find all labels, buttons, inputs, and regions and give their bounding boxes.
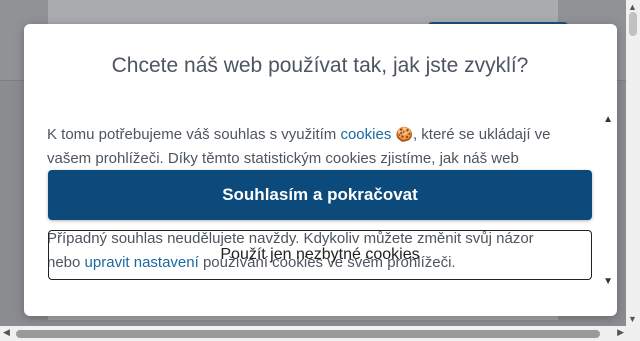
modal-title: Chcete náš web používat tak, jak jste zv… xyxy=(111,54,529,77)
scroll-down-icon[interactable]: ▼ xyxy=(628,314,637,324)
cookie-icon: 🍪 xyxy=(395,126,413,142)
horizontal-scroll-thumb[interactable] xyxy=(16,330,600,338)
scroll-right-icon[interactable]: ▶ xyxy=(617,327,624,338)
accept-and-continue-button[interactable]: Souhlasím a pokračovat xyxy=(48,170,592,220)
modal-scroll-down-icon[interactable]: ▼ xyxy=(603,276,613,287)
scroll-left-icon[interactable]: ◀ xyxy=(3,327,10,338)
cookies-link[interactable]: cookies xyxy=(340,126,391,143)
page-vertical-scrollbar[interactable]: ▲ ▼ xyxy=(626,0,640,326)
scrollbar-corner xyxy=(626,326,640,341)
modal-body-text: K tomu potřebujeme váš souhlas s využití… xyxy=(47,122,567,171)
scroll-up-icon[interactable]: ▲ xyxy=(628,2,637,12)
page-horizontal-scrollbar[interactable]: ◀ ▶ xyxy=(0,326,626,341)
cookie-consent-modal: Chcete náš web používat tak, jak jste zv… xyxy=(24,24,617,316)
use-necessary-cookies-button[interactable]: Použít jen nezbytné cookies xyxy=(48,230,592,280)
modal-scroll-up-icon[interactable]: ▲ xyxy=(603,114,613,125)
vertical-scroll-thumb[interactable] xyxy=(629,12,637,36)
body-text-prefix: K tomu potřebujeme váš souhlas s využití… xyxy=(47,126,341,143)
